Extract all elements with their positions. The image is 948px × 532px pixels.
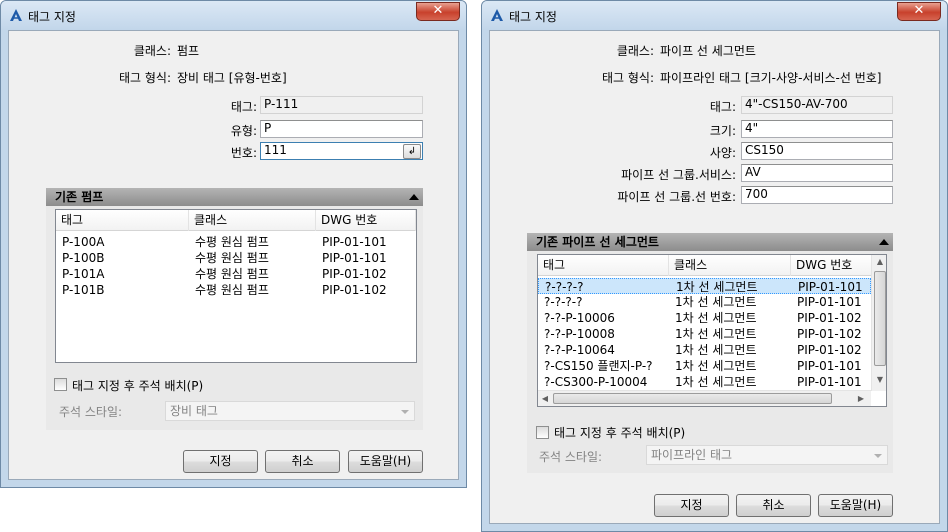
segment-list[interactable]: 태그 클래스 DWG 번호 ?-?-?-? 1차 선 세그먼트 PIP-01-1… [537, 254, 887, 407]
window-title: 태그 지정 [509, 10, 557, 24]
class-label: 클래스: [133, 44, 171, 58]
window-title: 태그 지정 [28, 10, 76, 24]
class-value: 펌프 [177, 44, 200, 58]
group-title: 기존 펌프 [55, 190, 104, 204]
class-label: 클래스: [616, 44, 654, 58]
column-dwg[interactable]: DWG 번호 [791, 255, 872, 276]
size-label: 크기: [709, 124, 736, 138]
autocad-plant-icon [491, 9, 503, 21]
list-item[interactable]: ?-?-P-10008 1차 선 세그먼트 PIP-01-102 [538, 326, 871, 342]
tag-dialog-pump: 태그 지정 ✕ 클래스: 펌프 태그 형식: 장비 태그 [유형-번호] 태그:… [0, 0, 467, 488]
autocad-plant-icon [10, 9, 22, 21]
tag-format-label: 태그 형식: [118, 71, 171, 85]
existing-pumps-header[interactable]: 기존 펌프 [46, 188, 423, 206]
column-class[interactable]: 클래스 [669, 255, 791, 276]
service-label: 파이프 선 그룹.서비스: [621, 168, 736, 182]
help-button[interactable]: 도움말(H) [818, 494, 893, 517]
list-item[interactable]: P-101B 수평 원심 펌프 PIP-01-102 [56, 282, 416, 298]
number-field[interactable]: 111 [260, 142, 423, 160]
tag-format-value: 장비 태그 [유형-번호] [177, 71, 287, 85]
spec-field[interactable]: CS150 [741, 142, 893, 160]
collapse-icon[interactable] [879, 239, 889, 245]
list-item[interactable]: ?-?-P-10064 1차 선 세그먼트 PIP-01-102 [538, 342, 871, 358]
column-dwg[interactable]: DWG 번호 [316, 210, 416, 231]
list-item[interactable]: ?-?-?-? 1차 선 세그먼트 PIP-01-101 [538, 294, 871, 310]
class-value: 파이프 선 세그먼트 [660, 44, 756, 58]
tag-field[interactable]: P-111 [260, 96, 423, 114]
scroll-left-icon[interactable]: ◀ [540, 394, 550, 403]
tag-format-value: 파이프라인 태그 [크기-사양-서비스-선 번호] [660, 71, 882, 85]
list-header: 태그 클래스 DWG 번호 [538, 255, 872, 276]
list-item[interactable]: P-100A 수평 원심 펌프 PIP-01-101 [56, 234, 416, 250]
place-annotation-label[interactable]: 태그 지정 후 주석 배치(P) [72, 377, 203, 394]
annotation-style-label: 주석 스타일: [59, 405, 123, 419]
list-item[interactable]: P-100B 수평 원심 펌프 PIP-01-101 [56, 250, 416, 266]
annotation-style-select[interactable]: 파이프라인 태그 [646, 445, 888, 465]
pump-list[interactable]: 태그 클래스 DWG 번호 P-100A 수평 원심 펌프 PIP-01-101… [55, 209, 417, 363]
cancel-button[interactable]: 취소 [265, 450, 340, 473]
tag-format-label: 태그 형식: [601, 71, 654, 85]
chevron-down-icon [874, 454, 882, 458]
line-number-field[interactable]: 700 [741, 186, 893, 204]
tag-field[interactable]: 4"-CS150-AV-700 [741, 96, 893, 114]
place-annotation-label[interactable]: 태그 지정 후 주석 배치(P) [554, 424, 685, 441]
tag-label: 태그: [230, 100, 257, 114]
scroll-down-icon[interactable]: ▼ [872, 375, 886, 384]
service-field[interactable]: AV [741, 164, 893, 182]
annotation-style-select[interactable]: 장비 태그 [165, 401, 415, 421]
browse-icon[interactable]: ↲ [403, 144, 421, 159]
scroll-thumb[interactable] [874, 271, 886, 366]
horizontal-scrollbar[interactable]: ◀ ▶ [538, 390, 871, 406]
close-button[interactable]: ✕ [416, 2, 460, 21]
scroll-up-icon[interactable]: ▲ [872, 257, 886, 266]
type-label: 유형: [230, 124, 257, 138]
size-field[interactable]: 4" [741, 120, 893, 138]
cancel-button[interactable]: 취소 [736, 494, 811, 517]
title-bar[interactable]: 태그 지정 ✕ [482, 1, 947, 30]
list-item[interactable]: ?-?-?-? 1차 선 세그먼트 PIP-01-101 [538, 278, 871, 294]
line-number-label: 파이프 선 그룹.선 번호: [617, 190, 736, 204]
list-item[interactable]: ?-?-P-10006 1차 선 세그먼트 PIP-01-102 [538, 310, 871, 326]
dialog-body: 클래스: 파이프 선 세그먼트 태그 형식: 파이프라인 태그 [크기-사양-서… [489, 30, 940, 524]
list-item[interactable]: ?-CS300-P-10004 1차 선 세그먼트 PIP-01-101 [538, 374, 871, 390]
chevron-down-icon [401, 410, 409, 414]
spec-label: 사양: [709, 146, 736, 160]
tag-label: 태그: [709, 100, 736, 114]
type-field[interactable]: P [260, 120, 423, 138]
list-item[interactable]: P-101A 수평 원심 펌프 PIP-01-102 [56, 266, 416, 282]
scroll-right-icon[interactable]: ▶ [856, 394, 866, 403]
column-tag[interactable]: 태그 [538, 255, 669, 276]
number-label: 번호: [230, 146, 257, 160]
collapse-icon[interactable] [409, 194, 419, 200]
dialog-body: 클래스: 펌프 태그 형식: 장비 태그 [유형-번호] 태그: P-111 유… [8, 30, 459, 480]
tag-dialog-pipe: 태그 지정 ✕ 클래스: 파이프 선 세그먼트 태그 형식: 파이프라인 태그 … [481, 0, 948, 532]
scroll-thumb[interactable] [553, 393, 832, 404]
help-button[interactable]: 도움말(H) [348, 450, 423, 473]
column-tag[interactable]: 태그 [56, 210, 189, 231]
existing-segments-header[interactable]: 기존 파이프 선 세그먼트 [527, 233, 893, 251]
assign-button[interactable]: 지정 [654, 494, 729, 517]
list-item[interactable]: ?-CS150 플랜지-P-? 1차 선 세그먼트 PIP-01-101 [538, 358, 871, 374]
list-header: 태그 클래스 DWG 번호 [56, 210, 416, 231]
column-class[interactable]: 클래스 [189, 210, 316, 231]
place-annotation-checkbox[interactable] [536, 426, 549, 439]
group-title: 기존 파이프 선 세그먼트 [536, 235, 659, 249]
title-bar[interactable]: 태그 지정 ✕ [1, 1, 466, 30]
close-button[interactable]: ✕ [897, 2, 941, 21]
assign-button[interactable]: 지정 [183, 450, 258, 473]
place-annotation-checkbox[interactable] [54, 378, 67, 391]
annotation-style-label: 주석 스타일: [539, 450, 603, 464]
vertical-scrollbar[interactable]: ▲ ▼ [871, 255, 886, 391]
